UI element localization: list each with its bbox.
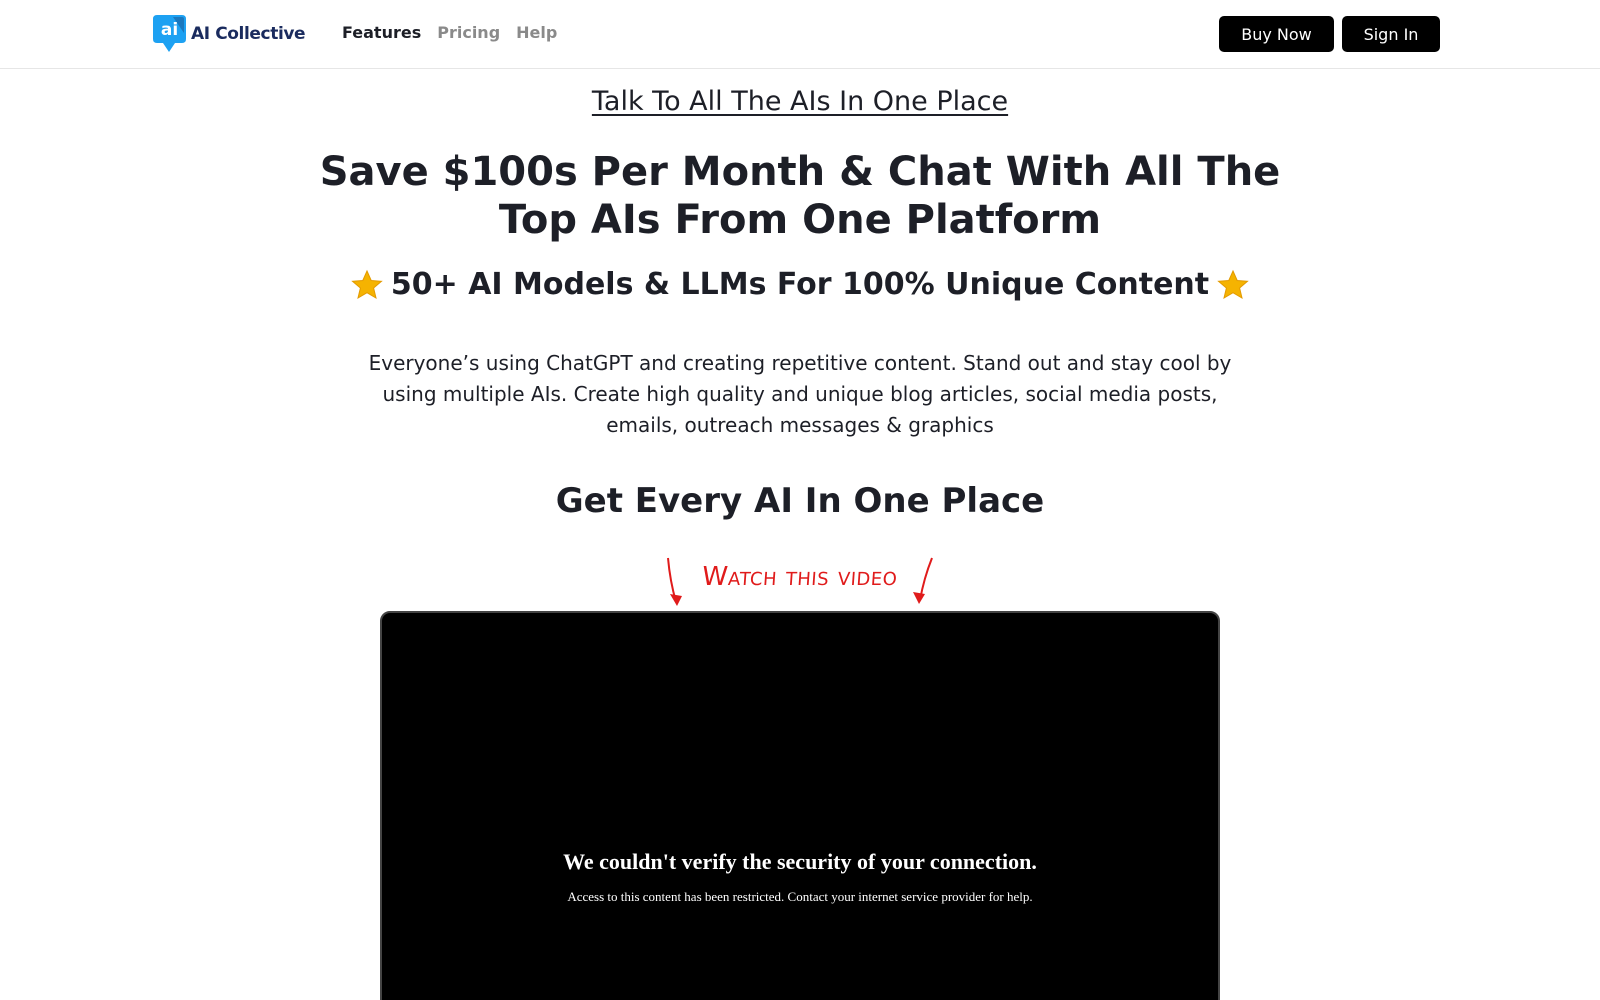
logo[interactable]: ai AI Collective <box>151 13 306 54</box>
logo-icon: ai <box>153 15 186 52</box>
page-headline: Save $100s Per Month & Chat With All The… <box>0 148 1600 244</box>
video-error-message: Access to this content has been restrict… <box>567 889 1033 904</box>
nav-features[interactable]: Features <box>342 23 421 42</box>
site-header: ai AI Collective Features Pricing Help B… <box>0 0 1600 69</box>
sign-in-button[interactable]: Sign In <box>1342 16 1440 52</box>
hand-drawn-arrow-icon <box>667 557 682 606</box>
section-title: Get Every AI In One Place <box>555 481 1045 521</box>
video-error-title: We couldn't verify the security of your … <box>563 849 1037 874</box>
logo-text: AI Collective <box>191 23 306 44</box>
headline-line-1: Save $100s Per Month & Chat With All The <box>319 149 1281 195</box>
main-nav: Features Pricing Help <box>342 23 557 42</box>
hand-drawn-arrow-icon <box>913 557 933 604</box>
star-icon <box>1217 269 1249 299</box>
nav-help[interactable]: Help <box>516 23 557 42</box>
hero-description: Everyone’s using ChatGPT and creating re… <box>368 351 1232 437</box>
svg-text:ai: ai <box>161 20 178 40</box>
nav-pricing[interactable]: Pricing <box>437 23 500 42</box>
video-player[interactable]: We couldn't verify the security of your … <box>380 611 1220 1000</box>
buy-now-button[interactable]: Buy Now <box>1219 16 1334 52</box>
tagline-link[interactable]: Talk To All The AIs In One Place <box>592 86 1008 117</box>
subheadline-text: 50+ AI Models & LLMs For 100% Unique Con… <box>390 267 1210 302</box>
star-icon <box>351 269 383 299</box>
watch-video-label: Watch this video <box>700 562 899 592</box>
watch-video-callout: Watch this video <box>660 556 940 608</box>
tagline: Talk To All The AIs In One Place <box>0 86 1600 117</box>
subheadline: 50+ AI Models & LLMs For 100% Unique Con… <box>0 267 1600 302</box>
headline-line-2: Top AIs From One Platform <box>498 197 1102 243</box>
